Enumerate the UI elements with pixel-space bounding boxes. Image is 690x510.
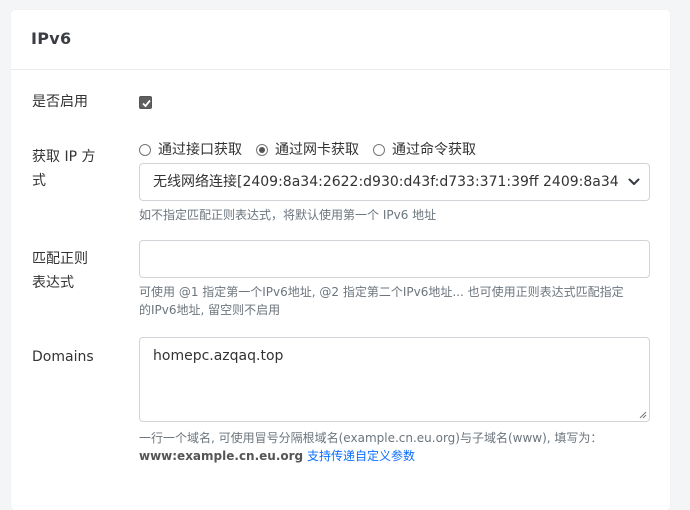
domains-textarea-value: homepc.azqaq.top (153, 348, 284, 364)
radio-command[interactable] (373, 144, 385, 156)
radio-option-command[interactable]: 通过命令获取 (373, 140, 476, 160)
resize-handle-icon[interactable] (638, 410, 647, 419)
ip-method-label-line2: 式 (32, 173, 46, 189)
chevron-down-icon (628, 178, 640, 185)
radio-interface[interactable] (139, 144, 151, 156)
regex-label-line2: 表达式 (32, 275, 74, 291)
check-icon (142, 99, 151, 108)
enable-label: 是否启用 (32, 94, 88, 110)
ip-method-label-line1: 获取 IP 方 (32, 149, 96, 165)
network-card-select-value: 无线网络连接[2409:8a34:2622:d930:d43f:d733:371… (153, 174, 619, 190)
ip-method-radio-group: 通过接口获取 通过网卡获取 通过命令获取 (139, 140, 490, 160)
regex-label: 匹配正则 表达式 (32, 247, 88, 295)
regex-hint-line1: 可使用 @1 指定第一个IPv6地址, @2 指定第二个IPv6地址... 也可… (139, 285, 624, 299)
custom-params-link[interactable]: 支持传递自定义参数 (307, 449, 415, 463)
regex-hint-line2: 的IPv6地址, 留空则不启用 (139, 303, 281, 317)
radio-netcard-label: 通过网卡获取 (275, 142, 359, 158)
ipv6-card: IPv6 是否启用 获取 IP 方 式 通过接口获取 通过网卡获取 通过命令获取… (11, 10, 670, 510)
card-title: IPv6 (31, 29, 72, 48)
radio-netcard[interactable] (256, 144, 268, 156)
domains-hint-example: www:example.cn.eu.org (139, 449, 304, 463)
radio-option-interface[interactable]: 通过接口获取 (139, 140, 242, 160)
regex-input[interactable] (139, 240, 650, 278)
domains-hint-line2: www:example.cn.eu.org 支持传递自定义参数 (139, 447, 659, 465)
ip-method-hint: 如不指定匹配正则表达式，将默认使用第一个 IPv6 地址 (139, 208, 437, 222)
network-card-select[interactable]: 无线网络连接[2409:8a34:2622:d930:d43f:d733:371… (139, 163, 650, 201)
ip-method-label: 获取 IP 方 式 (32, 145, 95, 193)
regex-hint: 可使用 @1 指定第一个IPv6地址, @2 指定第二个IPv6地址... 也可… (139, 283, 624, 319)
domains-label: Domains (32, 349, 94, 365)
regex-label-line1: 匹配正则 (32, 251, 88, 267)
domains-hint-line1: 一行一个域名, 可使用冒号分隔根域名(example.cn.eu.org)与子域… (139, 431, 603, 445)
radio-option-netcard[interactable]: 通过网卡获取 (256, 140, 359, 160)
card-header: IPv6 (11, 10, 670, 70)
radio-interface-label: 通过接口获取 (158, 142, 242, 158)
domains-textarea[interactable]: homepc.azqaq.top (139, 337, 650, 422)
radio-command-label: 通过命令获取 (392, 142, 476, 158)
domains-hint: 一行一个域名, 可使用冒号分隔根域名(example.cn.eu.org)与子域… (139, 429, 659, 465)
enable-checkbox[interactable] (139, 96, 152, 109)
